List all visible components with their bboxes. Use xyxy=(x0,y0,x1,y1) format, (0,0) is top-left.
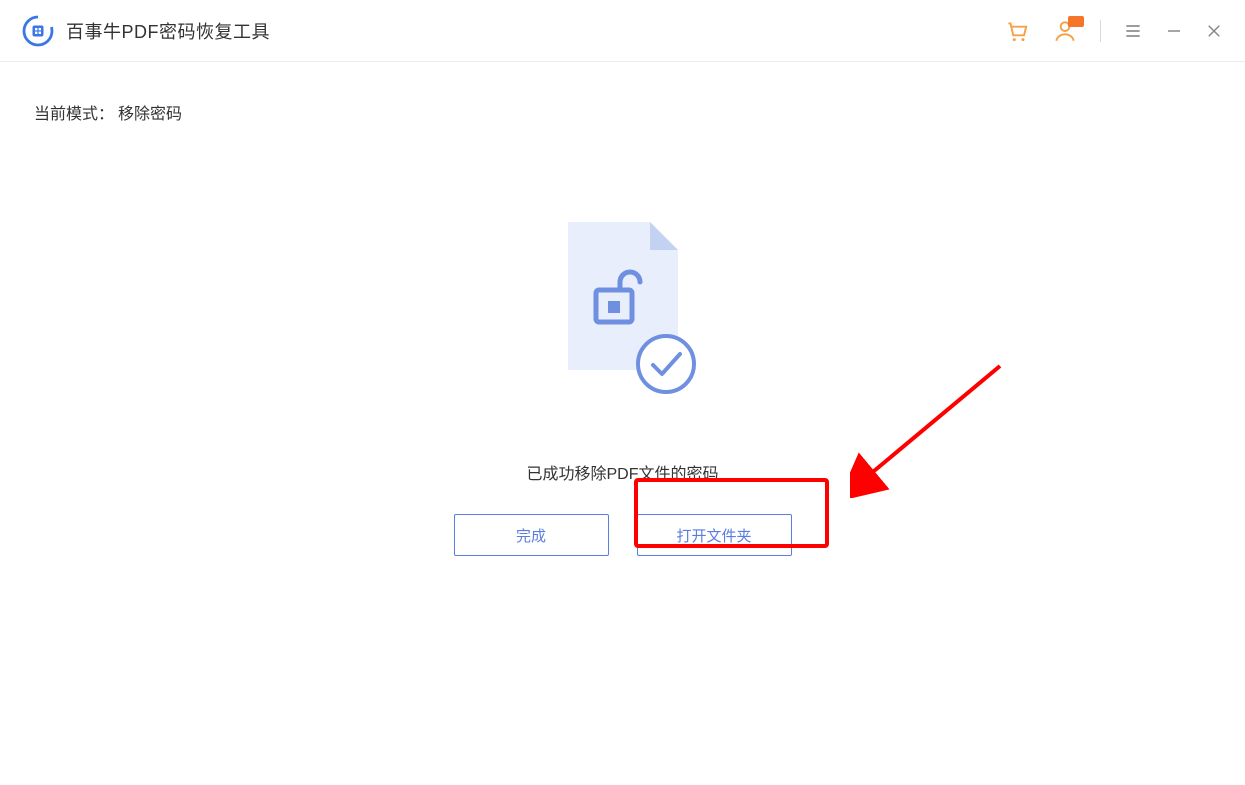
app-title: 百事牛PDF密码恢复工具 xyxy=(66,18,270,44)
status-text: 已成功移除PDF文件的密码 xyxy=(526,460,718,484)
app-logo-icon xyxy=(22,15,54,47)
done-button[interactable]: 完成 xyxy=(454,514,609,556)
mode-value: 移除密码 xyxy=(118,100,182,124)
menu-icon[interactable] xyxy=(1123,21,1143,41)
content-area: 当前模式： 移除密码 已成功移除PDF xyxy=(0,62,1245,556)
title-right xyxy=(1004,18,1223,44)
open-folder-button[interactable]: 打开文件夹 xyxy=(637,514,792,556)
mode-label: 当前模式： xyxy=(34,100,114,124)
titlebar: 百事牛PDF密码恢复工具 xyxy=(0,0,1245,62)
mode-row: 当前模式： 移除密码 xyxy=(34,100,1211,124)
result-block: 已成功移除PDF文件的密码 完成 打开文件夹 xyxy=(34,214,1211,556)
cart-icon[interactable] xyxy=(1004,18,1030,44)
button-row: 完成 打开文件夹 xyxy=(454,514,792,556)
close-icon[interactable] xyxy=(1205,22,1223,40)
success-illustration xyxy=(538,214,708,404)
minimize-icon[interactable] xyxy=(1165,22,1183,40)
divider xyxy=(1100,20,1101,42)
title-left: 百事牛PDF密码恢复工具 xyxy=(22,15,270,47)
user-icon[interactable] xyxy=(1052,18,1078,44)
